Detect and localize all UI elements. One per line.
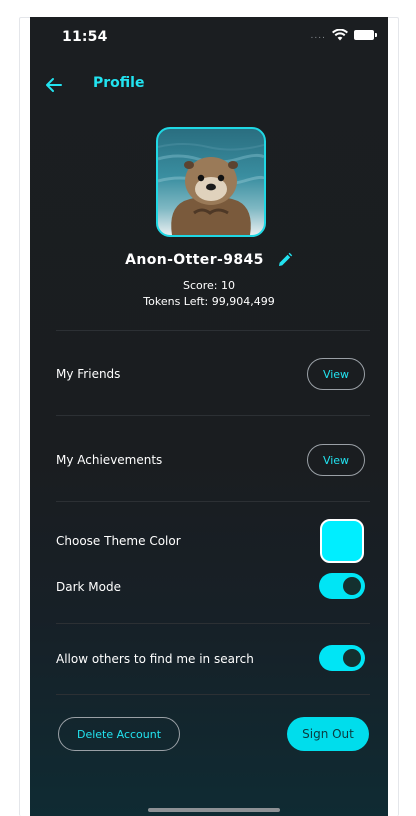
app-screen: 11:54 .... Profile Anon-Otter-9845 Score… xyxy=(30,17,388,816)
theme-color-label: Choose Theme Color xyxy=(56,534,181,548)
my-friends-label: My Friends xyxy=(56,367,121,381)
friends-view-button[interactable]: View xyxy=(307,358,365,390)
dark-mode-label: Dark Mode xyxy=(56,580,121,594)
divider xyxy=(56,623,370,624)
status-time: 11:54 xyxy=(62,29,108,45)
username: Anon-Otter-9845 xyxy=(125,252,264,268)
username-row: Anon-Otter-9845 xyxy=(30,249,388,268)
divider xyxy=(56,501,370,502)
otter-avatar-image xyxy=(158,143,264,235)
dark-mode-toggle[interactable] xyxy=(319,573,365,599)
score-value: 10 xyxy=(221,279,235,292)
status-bar: 11:54 .... xyxy=(30,17,388,61)
search-visibility-toggle[interactable] xyxy=(319,645,365,671)
arrow-left-icon[interactable] xyxy=(44,73,64,97)
home-indicator xyxy=(148,808,280,812)
status-icons: .... xyxy=(310,29,377,41)
search-visibility-label: Allow others to find me in search xyxy=(56,652,254,666)
tokens-line: Tokens Left: 99,904,499 xyxy=(30,295,388,308)
divider xyxy=(56,415,370,416)
score-label: Score: xyxy=(182,279,218,292)
top-app-bar: Profile xyxy=(30,73,388,101)
divider xyxy=(56,330,370,331)
toggle-knob xyxy=(343,577,361,595)
avatar[interactable] xyxy=(156,127,266,237)
sign-out-button[interactable]: Sign Out xyxy=(287,717,369,751)
tokens-label: Tokens Left: xyxy=(143,295,209,308)
tokens-value: 99,904,499 xyxy=(211,295,275,308)
pencil-icon[interactable] xyxy=(277,252,293,268)
theme-color-swatch[interactable] xyxy=(320,519,364,563)
wifi-icon xyxy=(332,29,348,41)
score-line: Score: 10 xyxy=(30,279,388,292)
signal-indicator: .... xyxy=(310,31,326,41)
page-title: Profile xyxy=(93,75,145,91)
divider xyxy=(56,694,370,695)
delete-account-button[interactable]: Delete Account xyxy=(58,717,180,751)
achievements-view-button[interactable]: View xyxy=(307,444,365,476)
toggle-knob xyxy=(343,649,361,667)
my-achievements-label: My Achievements xyxy=(56,453,163,467)
battery-icon xyxy=(354,30,377,40)
